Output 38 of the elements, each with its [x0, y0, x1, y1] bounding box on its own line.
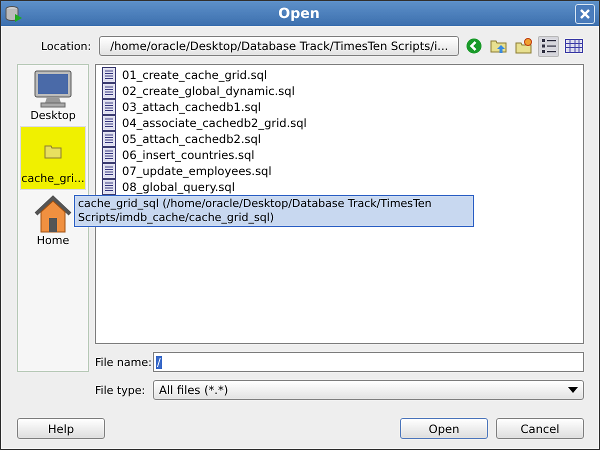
document-icon [102, 67, 116, 83]
window-title: Open [277, 6, 321, 22]
file-item[interactable]: 07_update_employees.sql [102, 163, 577, 179]
close-icon [579, 8, 591, 20]
file-item[interactable]: 01_create_cache_grid.sql [102, 67, 577, 83]
document-icon [102, 115, 116, 131]
house-icon [33, 194, 73, 234]
new-folder-button[interactable] [513, 36, 534, 56]
file-type-label: File type: [95, 384, 146, 396]
file-item[interactable]: 06_insert_countries.sql [102, 147, 577, 163]
document-icon [102, 83, 116, 99]
document-icon [102, 179, 116, 195]
caret-icon [568, 387, 578, 393]
document-icon [102, 163, 116, 179]
file-item[interactable]: 05_attach_cachedb2.sql [102, 131, 577, 147]
file-item[interactable]: 03_attach_cachedb1.sql [102, 99, 577, 115]
close-button[interactable] [575, 4, 595, 24]
location-dropdown[interactable]: /home/oracle/Desktop/Database Track/TimesTen Scripts/i... [99, 36, 460, 56]
document-icon [102, 147, 116, 163]
location-label: Location: [41, 40, 92, 52]
file-type-dropdown[interactable]: All files (*.*) [153, 380, 584, 400]
file-name-label: File name: [95, 356, 153, 368]
file-item[interactable]: 04_associate_cachedb2_grid.sql [102, 115, 577, 131]
cancel-button[interactable]: Cancel [496, 418, 584, 439]
place-item[interactable]: Home [33, 192, 73, 249]
list-view-button[interactable] [538, 36, 560, 56]
document-icon [102, 99, 116, 115]
help-button[interactable]: Help [17, 418, 105, 439]
place-item[interactable]: cache_gri... [20, 126, 86, 190]
file-name-field[interactable]: / [153, 352, 584, 372]
database-icon [5, 4, 23, 22]
monitor-icon [33, 69, 73, 109]
tooltip: cache_grid_sql (/home/oracle/Desktop/Database Track/TimesTen Scripts/imdb_cache/cache_grid_sql) [74, 195, 474, 227]
place-item[interactable]: Desktop [30, 67, 76, 124]
open-button[interactable]: Open [400, 418, 488, 439]
file-item[interactable]: 02_create_global_dynamic.sql [102, 83, 577, 99]
document-icon [102, 131, 116, 147]
file-item[interactable]: 08_global_query.sql [102, 179, 577, 195]
